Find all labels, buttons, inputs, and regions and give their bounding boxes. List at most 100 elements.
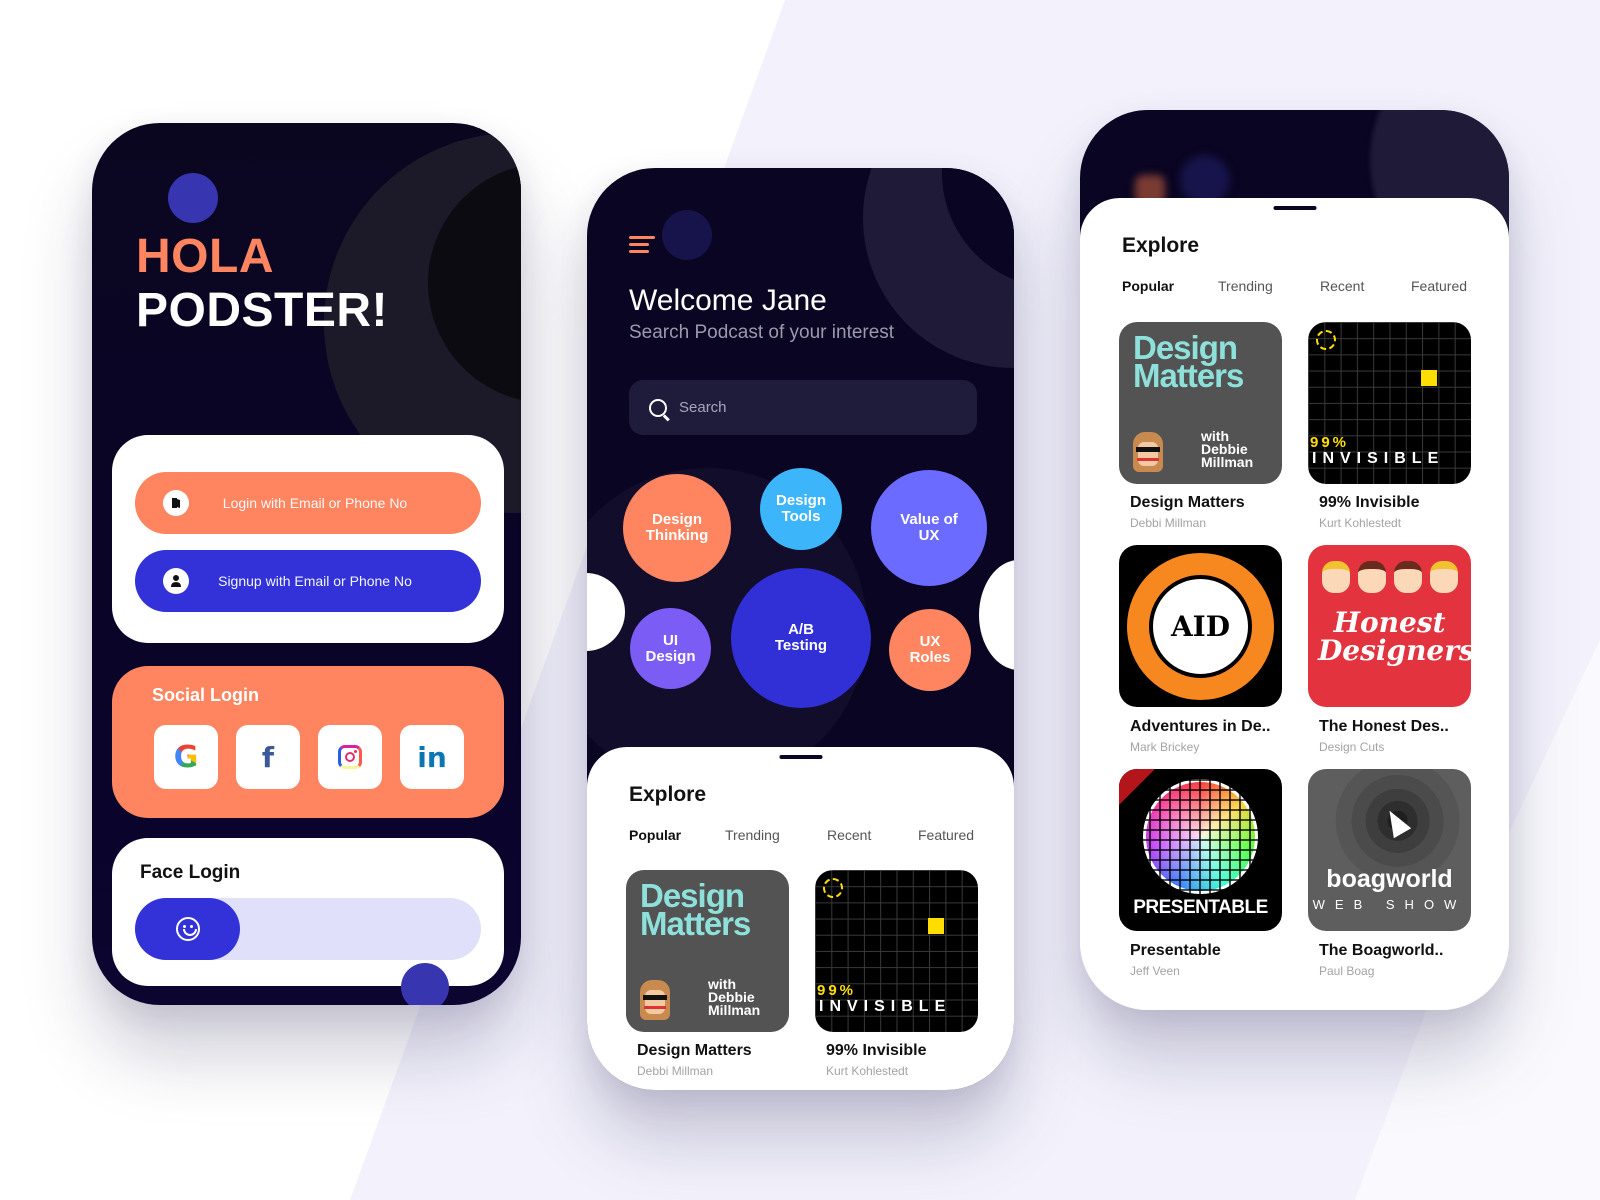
- cover-title: Honest Designers: [1318, 606, 1471, 667]
- topic-design-thinking[interactable]: Design Thinking: [623, 474, 731, 582]
- podcast-author: Debbi Millman: [1130, 516, 1207, 530]
- podcast-title[interactable]: Presentable: [1130, 942, 1221, 960]
- side-bubble-right[interactable]: [979, 560, 1014, 670]
- instagram-login-button[interactable]: [318, 725, 382, 789]
- cover-title: Design Matters: [1133, 329, 1244, 394]
- facebook-icon: f: [261, 740, 275, 774]
- login-button[interactable]: Login with Email or Phone No: [135, 472, 481, 534]
- cover-title: AID: [1149, 575, 1252, 678]
- podcast-author: Kurt Kohlestedt: [826, 1064, 909, 1078]
- podcast-author: Kurt Kohlestedt: [1319, 516, 1402, 530]
- podcast-author: Mark Brickey: [1130, 740, 1200, 754]
- topic-ab-testing[interactable]: A/B Testing: [731, 568, 871, 708]
- tab-featured[interactable]: Featured: [918, 827, 974, 843]
- sheet-drag-handle[interactable]: [1273, 206, 1316, 210]
- auth-card: Login with Email or Phone No Signup with…: [112, 435, 504, 643]
- cover-title: 99%: [1310, 434, 1350, 451]
- podcast-cover-99-invisible[interactable]: 99% INVISIBLE: [1308, 322, 1471, 484]
- smiley-icon: [175, 917, 200, 941]
- podcast-cover-design-matters[interactable]: Design Matters with Debbie Millman: [1119, 322, 1282, 484]
- social-login-title: Social Login: [152, 685, 260, 705]
- decor-dot: [662, 210, 712, 260]
- podcast-cover-99-invisible[interactable]: 99% INVISIBLE: [815, 870, 978, 1032]
- podcast-title[interactable]: Adventures in De..: [1130, 718, 1270, 736]
- podcast-title[interactable]: Design Matters: [1130, 494, 1245, 512]
- sheet-drag-handle[interactable]: [779, 755, 822, 759]
- podcast-cover-honest-designers[interactable]: Honest Designers: [1308, 545, 1471, 707]
- face-login-slider[interactable]: [135, 898, 481, 960]
- avatar: [1358, 561, 1386, 593]
- search-icon: [649, 398, 667, 417]
- explore-screen-phone: Explore Popular Trending Recent Featured…: [1080, 110, 1509, 1010]
- explore-sheet: Explore Popular Trending Recent Featured…: [587, 747, 1014, 1090]
- search-bar[interactable]: [629, 380, 977, 435]
- cover-title: Design Matters: [640, 877, 751, 942]
- podcast-author: Debbi Millman: [637, 1064, 714, 1078]
- topic-ux-roles[interactable]: UX Roles: [889, 609, 971, 691]
- avatar: [640, 980, 670, 1020]
- tab-featured[interactable]: Featured: [1411, 278, 1467, 294]
- podcast-title[interactable]: The Honest Des..: [1319, 718, 1449, 736]
- cover-avatars: [1322, 561, 1458, 593]
- door-icon: [163, 490, 189, 516]
- social-login-card: Social Login G f in: [112, 666, 504, 818]
- signup-button[interactable]: Signup with Email or Phone No: [135, 550, 481, 612]
- podcast-cover-presentable[interactable]: PRESENTABLE: [1119, 769, 1282, 931]
- facebook-login-button[interactable]: f: [236, 725, 300, 789]
- podcast-title[interactable]: Design Matters: [637, 1042, 752, 1060]
- explore-title: Explore: [1122, 234, 1200, 257]
- explore-sheet: Explore Popular Trending Recent Featured…: [1080, 198, 1509, 1010]
- title-line-2: PODSTER!: [136, 284, 389, 337]
- explore-tabs: Popular Trending Recent Featured: [629, 827, 974, 843]
- tab-recent[interactable]: Recent: [1320, 278, 1411, 294]
- topic-value-of-ux[interactable]: Value of UX: [871, 470, 987, 586]
- cover-subtitle: INVISIBLE: [1312, 450, 1445, 467]
- avatar: [1394, 561, 1422, 593]
- google-icon: G: [173, 739, 199, 775]
- decor-dot: [168, 173, 218, 223]
- google-login-button[interactable]: G: [154, 725, 218, 789]
- user-icon: [163, 568, 189, 594]
- social-buttons: G f in: [154, 725, 464, 789]
- explore-title: Explore: [629, 783, 707, 806]
- tab-recent[interactable]: Recent: [827, 827, 918, 843]
- podcast-title[interactable]: 99% Invisible: [1319, 494, 1420, 512]
- podcast-title[interactable]: 99% Invisible: [826, 1042, 927, 1060]
- podcast-cover-design-matters[interactable]: Design Matters with Debbie Millman: [626, 870, 789, 1032]
- radiotopia-logo-icon: [1316, 330, 1336, 350]
- cover-subtitle: INVISIBLE: [819, 998, 952, 1015]
- radiotopia-logo-icon: [823, 878, 843, 898]
- avatar: [1322, 561, 1350, 593]
- cursor-icon: [1380, 805, 1412, 839]
- face-login-slider-handle[interactable]: [135, 898, 240, 960]
- podcast-title[interactable]: The Boagworld..: [1319, 942, 1443, 960]
- cover-title: boagworld: [1326, 865, 1453, 893]
- home-screen-phone: Welcome Jane Search Podcast of your inte…: [587, 168, 1014, 1090]
- face-login-card: Face Login: [112, 838, 504, 986]
- welcome-title: HOLA PODSTER!: [136, 230, 388, 338]
- podcast-author: Paul Boag: [1319, 964, 1375, 978]
- podcast-cover-boagworld[interactable]: boagworld WEB SHOW: [1308, 769, 1471, 931]
- topic-ui-design[interactable]: UI Design: [630, 608, 711, 689]
- menu-icon[interactable]: [629, 236, 657, 256]
- tab-trending[interactable]: Trending: [1218, 278, 1320, 294]
- podcast-author: Design Cuts: [1319, 740, 1385, 754]
- tab-popular[interactable]: Popular: [629, 827, 725, 843]
- yellow-square: [1421, 370, 1437, 386]
- podcast-author: Jeff Veen: [1130, 964, 1180, 978]
- yellow-square: [928, 918, 944, 934]
- tab-trending[interactable]: Trending: [725, 827, 827, 843]
- title-line-1: HOLA: [136, 230, 274, 283]
- podcast-cover-adventures-in-design[interactable]: AID: [1119, 545, 1282, 707]
- signup-button-label: Signup with Email or Phone No: [218, 573, 412, 589]
- login-button-label: Login with Email or Phone No: [222, 495, 408, 511]
- explore-tabs: Popular Trending Recent Featured: [1122, 278, 1467, 294]
- linkedin-login-button[interactable]: in: [400, 725, 464, 789]
- search-input[interactable]: [679, 399, 959, 416]
- topic-design-tools[interactable]: Design Tools: [760, 468, 842, 550]
- instagram-icon: [338, 745, 362, 769]
- avatar: [1133, 432, 1163, 472]
- cover-subtitle: with Debbie Millman: [1201, 428, 1254, 470]
- tab-popular[interactable]: Popular: [1122, 278, 1218, 294]
- avatar: [1430, 561, 1458, 593]
